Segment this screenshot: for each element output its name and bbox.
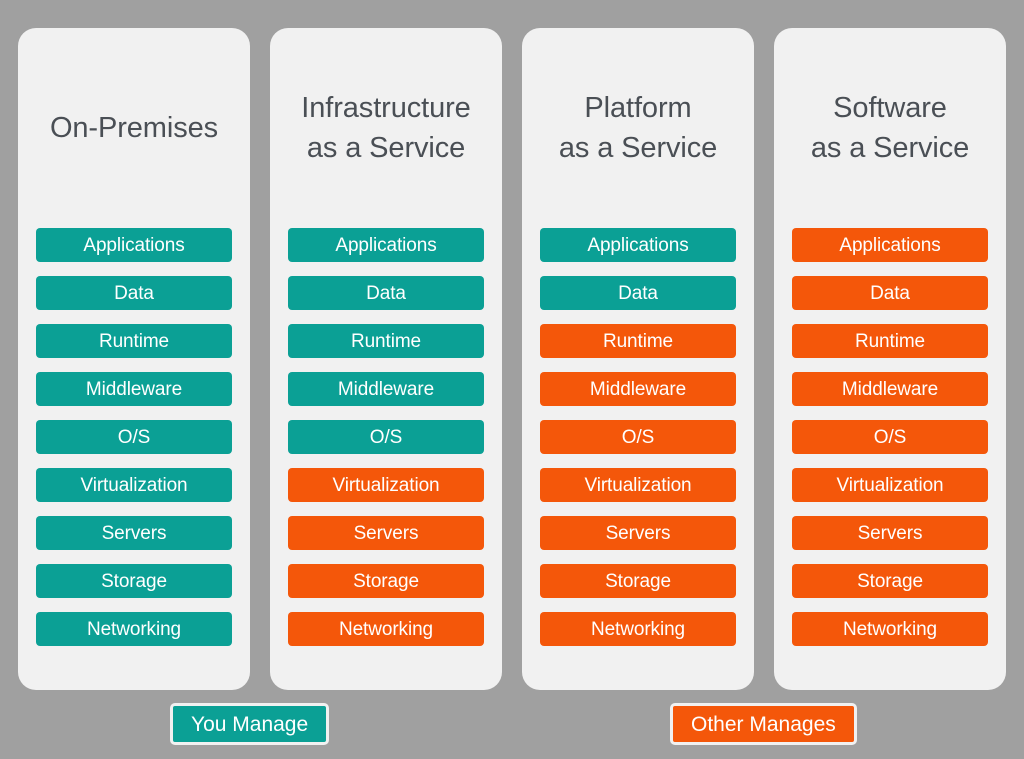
- layer-bar-platform-as-a-service-o-s[interactable]: O/S: [540, 420, 736, 454]
- layer-bar-on-premises-o-s[interactable]: O/S: [36, 420, 232, 454]
- layer-bar-on-premises-servers[interactable]: Servers: [36, 516, 232, 550]
- column-title-line: Software: [833, 91, 947, 124]
- service-model-columns: On-Premises Applications Data Runtime Middle…: [18, 28, 1006, 690]
- layer-bar-platform-as-a-service-servers[interactable]: Servers: [540, 516, 736, 550]
- layer-bar-software-as-a-service-middleware[interactable]: Middleware: [792, 372, 988, 406]
- layer-bar-software-as-a-service-networking[interactable]: Networking: [792, 612, 988, 646]
- layer-bar-on-premises-applications[interactable]: Applications: [36, 228, 232, 262]
- layer-bar-software-as-a-service-runtime[interactable]: Runtime: [792, 324, 988, 358]
- column-card-software-as-a-service: Software as a Service Applications Data Runt…: [774, 28, 1006, 690]
- layer-bar-software-as-a-service-o-s[interactable]: O/S: [792, 420, 988, 454]
- layer-bar-platform-as-a-service-runtime[interactable]: Runtime: [540, 324, 736, 358]
- layer-stack-on-premises: Applications Data Runtime Middleware O/S Virt…: [18, 228, 250, 646]
- layer-bar-infrastructure-as-a-service-o-s[interactable]: O/S: [288, 420, 484, 454]
- layer-bar-infrastructure-as-a-service-applications[interactable]: Applications: [288, 228, 484, 262]
- layer-bar-infrastructure-as-a-service-middleware[interactable]: Middleware: [288, 372, 484, 406]
- column-title-line: as a Service: [558, 132, 718, 164]
- layer-bar-on-premises-runtime[interactable]: Runtime: [36, 324, 232, 358]
- column-title-line: Infrastructure: [301, 91, 471, 124]
- layer-bar-platform-as-a-service-virtualization[interactable]: Virtualization: [540, 468, 736, 502]
- column-title-line: as a Service: [306, 132, 466, 164]
- layer-stack-software-as-a-service: Applications Data Runtime Middleware O/S Virt…: [774, 228, 1006, 646]
- layer-bar-infrastructure-as-a-service-networking[interactable]: Networking: [288, 612, 484, 646]
- column-title-software-as-a-service: Software as a Service: [774, 28, 1006, 228]
- layer-bar-on-premises-data[interactable]: Data: [36, 276, 232, 310]
- column-title-platform-as-a-service: Platform as a Service: [522, 28, 754, 228]
- column-card-infrastructure-as-a-service: Infrastructure as a Service Applications Da…: [270, 28, 502, 690]
- legend-chip-other-manages[interactable]: Other Manages: [670, 703, 857, 745]
- layer-bar-on-premises-networking[interactable]: Networking: [36, 612, 232, 646]
- layer-bar-software-as-a-service-servers[interactable]: Servers: [792, 516, 988, 550]
- layer-bar-platform-as-a-service-networking[interactable]: Networking: [540, 612, 736, 646]
- column-title-infrastructure-as-a-service: Infrastructure as a Service: [270, 28, 502, 228]
- diagram-canvas: On-Premises Applications Data Runtime Middle…: [0, 0, 1024, 759]
- layer-bar-infrastructure-as-a-service-servers[interactable]: Servers: [288, 516, 484, 550]
- column-card-platform-as-a-service: Platform as a Service Applications Data Runt…: [522, 28, 754, 690]
- layer-stack-infrastructure-as-a-service: Applications Data Runtime Middleware O/S Virt…: [270, 228, 502, 646]
- layer-bar-infrastructure-as-a-service-runtime[interactable]: Runtime: [288, 324, 484, 358]
- layer-bar-platform-as-a-service-applications[interactable]: Applications: [540, 228, 736, 262]
- layer-bar-software-as-a-service-applications[interactable]: Applications: [792, 228, 988, 262]
- layer-bar-platform-as-a-service-data[interactable]: Data: [540, 276, 736, 310]
- layer-bar-software-as-a-service-virtualization[interactable]: Virtualization: [792, 468, 988, 502]
- column-title-on-premises: On-Premises: [18, 28, 250, 228]
- column-card-on-premises: On-Premises Applications Data Runtime Middle…: [18, 28, 250, 690]
- layer-bar-infrastructure-as-a-service-storage[interactable]: Storage: [288, 564, 484, 598]
- column-title-line: On-Premises: [49, 111, 219, 144]
- layer-bar-software-as-a-service-data[interactable]: Data: [792, 276, 988, 310]
- layer-bar-platform-as-a-service-storage[interactable]: Storage: [540, 564, 736, 598]
- layer-bar-on-premises-storage[interactable]: Storage: [36, 564, 232, 598]
- layer-bar-on-premises-middleware[interactable]: Middleware: [36, 372, 232, 406]
- legend: You Manage Other Manages: [0, 703, 1024, 751]
- layer-stack-platform-as-a-service: Applications Data Runtime Middleware O/S Virt…: [522, 228, 754, 646]
- layer-bar-on-premises-virtualization[interactable]: Virtualization: [36, 468, 232, 502]
- column-title-line: Platform: [584, 91, 692, 124]
- layer-bar-software-as-a-service-storage[interactable]: Storage: [792, 564, 988, 598]
- layer-bar-infrastructure-as-a-service-data[interactable]: Data: [288, 276, 484, 310]
- column-title-line: as a Service: [810, 132, 970, 164]
- legend-chip-you-manage[interactable]: You Manage: [170, 703, 330, 745]
- layer-bar-infrastructure-as-a-service-virtualization[interactable]: Virtualization: [288, 468, 484, 502]
- layer-bar-platform-as-a-service-middleware[interactable]: Middleware: [540, 372, 736, 406]
